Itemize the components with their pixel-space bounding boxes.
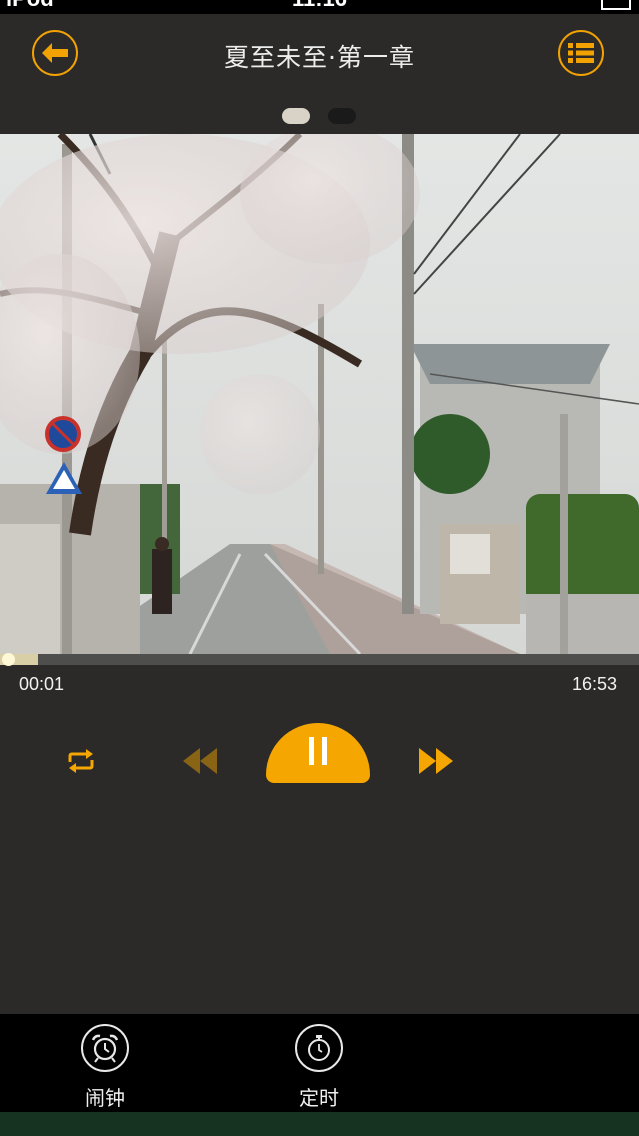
status-time: 11:16	[0, 0, 639, 12]
bottom-toolbar: 闹钟 定时	[0, 1014, 639, 1112]
page-dot[interactable]	[328, 108, 356, 124]
battery-icon	[601, 0, 631, 10]
playlist-button[interactable]	[558, 30, 604, 76]
page-dot-active[interactable]	[282, 108, 310, 124]
page-indicator	[0, 108, 639, 124]
alarm-clock-icon	[81, 1024, 129, 1072]
list-icon	[568, 43, 594, 63]
progress-knob[interactable]	[2, 653, 15, 666]
playback-progress-bar[interactable]	[0, 653, 639, 666]
current-time: 00:01	[19, 674, 65, 694]
pause-button[interactable]	[266, 723, 370, 783]
timer-label: 定时	[299, 1086, 339, 1110]
pause-icon	[309, 737, 327, 765]
street-photo	[0, 134, 639, 654]
repeat-icon	[68, 749, 94, 773]
status-bar: iPod 11:16	[0, 0, 639, 14]
previous-button[interactable]	[180, 746, 220, 776]
page-title: 夏至未至·第一章	[224, 43, 415, 72]
header: 夏至未至·第一章	[0, 14, 639, 134]
arrow-left-icon	[42, 43, 68, 63]
album-cover-image	[0, 134, 639, 654]
playback-controls	[0, 720, 639, 790]
back-button[interactable]	[32, 30, 78, 76]
total-time: 16:53	[571, 674, 617, 694]
fast-forward-icon	[419, 748, 453, 774]
alarm-button[interactable]: 闹钟	[65, 1024, 145, 1110]
stopwatch-icon	[295, 1024, 343, 1072]
footer-strip	[0, 1112, 639, 1136]
alarm-label: 闹钟	[85, 1086, 125, 1110]
timer-button[interactable]: 定时	[279, 1024, 359, 1110]
next-button[interactable]	[416, 746, 456, 776]
repeat-button[interactable]	[62, 746, 100, 776]
rewind-icon	[183, 748, 217, 774]
